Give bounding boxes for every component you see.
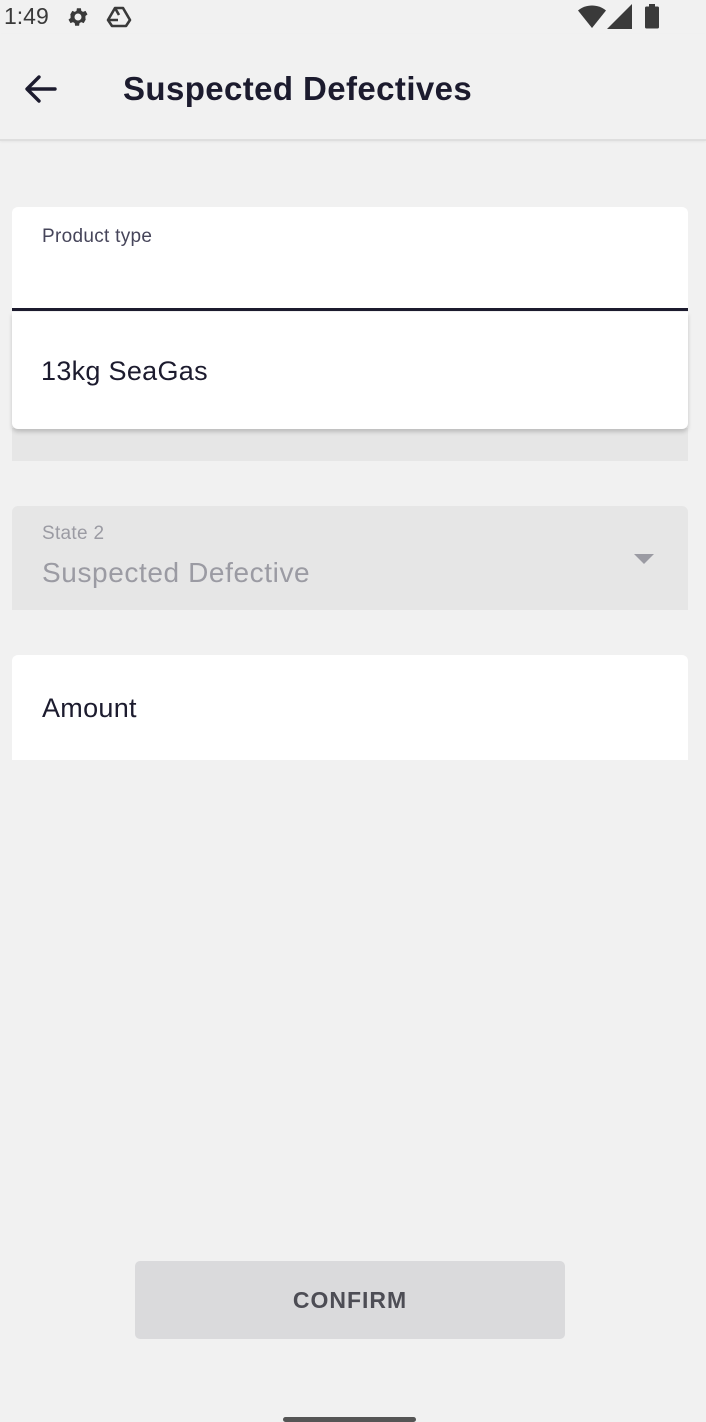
gear-icon xyxy=(68,8,88,26)
cell-signal-icon xyxy=(607,4,632,29)
wifi-icon xyxy=(578,5,606,28)
battery-icon xyxy=(645,4,659,29)
state-select[interactable]: State 2 Suspected Defective xyxy=(12,506,688,610)
drive-icon xyxy=(106,6,132,28)
amount-input[interactable]: Amount xyxy=(12,655,688,760)
page-title: Suspected Defectives xyxy=(123,70,473,107)
state-value: Suspected Defective xyxy=(42,557,311,588)
status-bar: 1:49 xyxy=(0,0,706,34)
confirm-button[interactable]: CONFIRM xyxy=(135,1261,565,1339)
arrow-left-icon xyxy=(25,75,57,103)
status-time: 1:49 xyxy=(4,3,49,29)
product-type-dropdown-menu: 13kg SeaGas xyxy=(12,312,688,429)
dropdown-option-label: 13kg SeaGas xyxy=(41,356,208,386)
back-button[interactable] xyxy=(16,64,66,114)
dropdown-option-13kg-seagas[interactable]: 13kg SeaGas xyxy=(12,312,688,429)
product-type-field[interactable]: Product type xyxy=(12,207,688,311)
home-indicator xyxy=(283,1417,416,1422)
amount-label: Amount xyxy=(42,693,137,723)
hidden-field-remnant xyxy=(12,428,688,461)
caret-down-icon xyxy=(634,554,654,564)
product-type-label: Product type xyxy=(42,226,153,247)
state-label: State 2 xyxy=(42,523,105,544)
screen: 1:49 Suspected Defectives Product type 1… xyxy=(0,0,706,1422)
app-bar: Suspected Defectives xyxy=(0,34,706,141)
